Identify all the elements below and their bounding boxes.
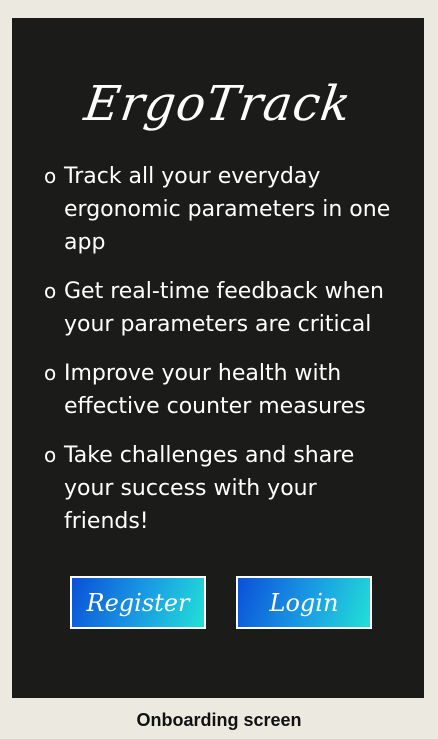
login-button[interactable]: Login	[236, 576, 372, 629]
bullet-icon: o	[44, 279, 57, 303]
bullet-icon: o	[44, 443, 57, 467]
feature-text: Improve your health with effective count…	[64, 361, 366, 419]
onboarding-screen: ErgoTrack o Track all your everyday ergo…	[12, 18, 424, 698]
feature-text: Take challenges and share your success w…	[64, 443, 355, 534]
feature-text: Track all your everyday ergonomic parame…	[64, 164, 391, 255]
bullet-icon: o	[44, 164, 57, 188]
app-logo: ErgoTrack	[80, 76, 356, 132]
feature-item: o Track all your everyday ergonomic para…	[44, 160, 404, 259]
feature-list: o Track all your everyday ergonomic para…	[44, 160, 404, 554]
feature-item: o Improve your health with effective cou…	[44, 357, 404, 423]
bullet-icon: o	[44, 361, 57, 385]
feature-item: o Get real-time feedback when your param…	[44, 275, 404, 341]
register-button[interactable]: Register	[70, 576, 206, 629]
feature-text: Get real-time feedback when your paramet…	[64, 279, 384, 337]
feature-item: o Take challenges and share your success…	[44, 439, 404, 538]
screen-caption: Onboarding screen	[136, 710, 302, 730]
